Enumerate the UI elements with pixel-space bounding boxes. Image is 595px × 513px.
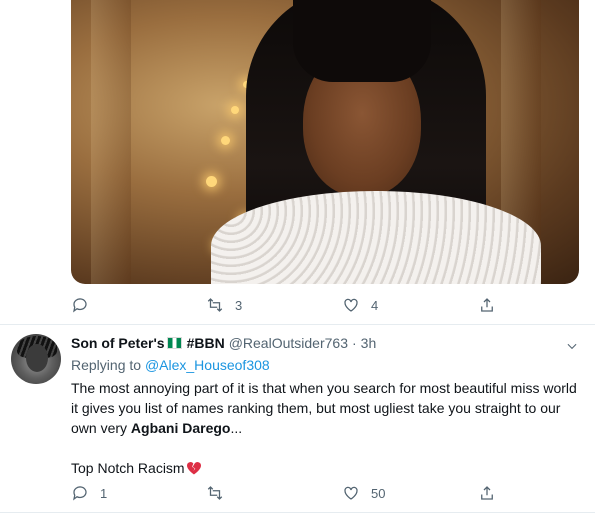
timestamp[interactable]: 3h bbox=[361, 335, 377, 351]
share-button[interactable] bbox=[478, 296, 496, 314]
tweet-text-line2-text: Top Notch Racism bbox=[71, 460, 185, 476]
like-count: 4 bbox=[371, 297, 379, 313]
tweet2-actions: 1 50 bbox=[71, 481, 511, 505]
photo-light bbox=[221, 136, 230, 145]
avatar[interactable] bbox=[11, 334, 61, 384]
tweet-text: The most annoying part of it is that whe… bbox=[71, 378, 583, 478]
retweet-button[interactable]: 3 bbox=[206, 296, 242, 314]
like-button[interactable]: 50 bbox=[342, 484, 385, 502]
nigeria-flag-icon bbox=[166, 337, 182, 349]
chevron-down-icon bbox=[567, 343, 577, 350]
heart-icon bbox=[344, 298, 358, 312]
retweet-count: 3 bbox=[235, 297, 243, 313]
avatar-detail bbox=[26, 344, 48, 372]
separator-dot: · bbox=[351, 335, 357, 351]
tweet-divider bbox=[0, 324, 595, 325]
replying-to-label: Replying to bbox=[71, 357, 142, 373]
photo-background-detail bbox=[91, 0, 131, 284]
retweet-icon bbox=[207, 298, 223, 312]
photo-light bbox=[206, 176, 217, 187]
tweet-photo[interactable] bbox=[71, 0, 579, 284]
display-name[interactable]: Son of Peter's bbox=[71, 335, 165, 351]
reply-count: 1 bbox=[100, 485, 108, 501]
share-button[interactable] bbox=[478, 484, 496, 502]
reply-button[interactable]: 1 bbox=[71, 484, 107, 502]
retweet-button[interactable] bbox=[206, 484, 235, 502]
broken-heart-icon bbox=[186, 462, 201, 475]
user-handle[interactable]: @RealOutsider763 bbox=[229, 335, 348, 351]
reply-button[interactable] bbox=[71, 296, 100, 314]
photo-subject-bangs bbox=[293, 0, 431, 82]
more-options-button[interactable] bbox=[565, 339, 579, 358]
photo-light bbox=[231, 106, 239, 114]
tweet-header: Son of Peter's #BBN @RealOutsider763 · 3… bbox=[71, 335, 376, 351]
display-name-hashtag[interactable]: #BBN bbox=[187, 335, 225, 351]
share-icon bbox=[481, 298, 493, 312]
replying-to-handle-link[interactable]: @Alex_Houseof308 bbox=[145, 357, 270, 373]
reply-icon bbox=[73, 298, 87, 313]
tweet1-actions: 3 4 bbox=[71, 293, 511, 317]
share-icon bbox=[481, 486, 493, 500]
like-count: 50 bbox=[371, 485, 386, 501]
retweet-icon bbox=[207, 486, 223, 500]
like-button[interactable]: 4 bbox=[342, 296, 378, 314]
heart-icon bbox=[344, 486, 358, 500]
reply-icon bbox=[73, 486, 87, 501]
replying-to: Replying to @Alex_Houseof308 bbox=[71, 357, 270, 373]
tweet-text-line2: Top Notch Racism bbox=[71, 458, 583, 478]
tweet-text-part2: ... bbox=[230, 420, 243, 436]
tweet-text-bold: Agbani Darego bbox=[130, 420, 231, 436]
